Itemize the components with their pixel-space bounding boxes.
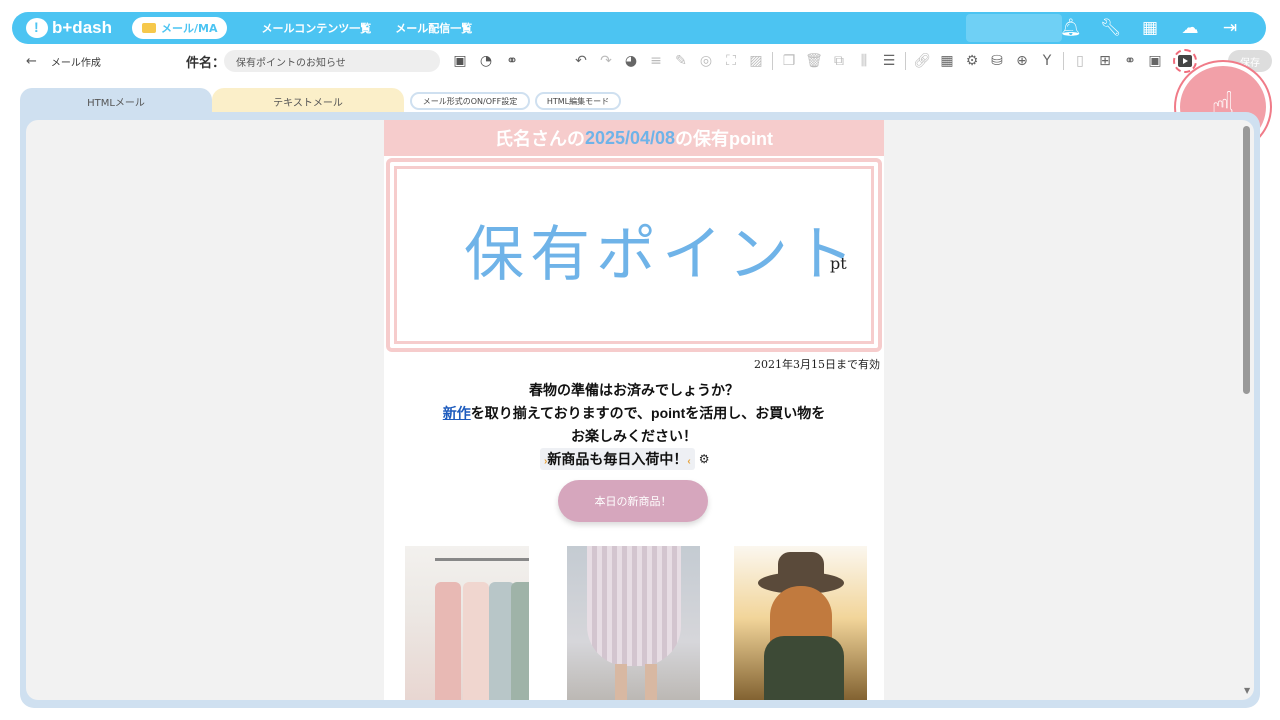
skirt-shape <box>587 546 681 666</box>
scrollbar-thumb[interactable] <box>1243 126 1250 394</box>
header-prefix: 氏名さんの <box>494 129 585 149</box>
branch-icon[interactable]: Y <box>1038 53 1056 69</box>
logo[interactable]: b+dash <box>26 18 112 38</box>
coat-shape <box>435 582 461 700</box>
message-line-3[interactable]: お楽しみください！ <box>384 426 884 446</box>
page-title: メール作成 <box>50 57 101 69</box>
message-line-2-rest: を取り揃えておりますので、pointを活用し、お買い物を <box>470 405 826 421</box>
link-icon[interactable]: 🔗︎ <box>913 53 931 69</box>
account-info-area <box>966 14 1062 42</box>
message-line-1[interactable]: 春物の準備はお済みでしょうか？ <box>384 380 884 400</box>
header-date: 2025/04/08 <box>584 127 676 148</box>
columns-icon[interactable]: ⫼ <box>855 53 873 69</box>
logout-icon[interactable]: ⇥ <box>1220 18 1240 38</box>
redo-icon[interactable]: ↷ <box>597 53 615 69</box>
html-edit-mode-button[interactable]: HTML編集モード <box>535 92 621 110</box>
body-shape <box>764 636 844 700</box>
contact-card-icon[interactable]: ▣ <box>1146 53 1164 69</box>
toolbar-divider <box>905 52 906 70</box>
gears-icon[interactable]: ⚙ <box>963 53 981 69</box>
nav-mail-contents[interactable]: メールコンテンツ一覧 <box>261 20 371 36</box>
leg-shape <box>615 664 627 700</box>
coupon-icon[interactable]: ⚭ <box>1121 53 1139 69</box>
tab-html-mail[interactable]: HTMLメール <box>20 88 212 114</box>
preview-button[interactable] <box>1173 49 1197 73</box>
align-icon[interactable]: ≡ <box>647 53 665 69</box>
new-items-link[interactable]: 新作 <box>443 405 471 421</box>
chevron-left-icon: ‹ <box>687 456 691 467</box>
new-arrivals-badge: ›新商品も毎日入荷中！‹ <box>540 448 695 470</box>
back-arrow-icon[interactable]: ← <box>26 54 37 69</box>
subject-label: 件名： <box>186 55 226 71</box>
add-block-icon[interactable]: ⊞ <box>1096 53 1114 69</box>
badge-text: 新商品も毎日入荷中！ <box>547 451 688 467</box>
schedule-doc-icon[interactable]: ◔ <box>478 53 494 69</box>
badge-line[interactable]: ›新商品も毎日入荷中！‹ ⚙ <box>540 448 709 470</box>
subject-input[interactable] <box>224 50 440 72</box>
rack-shape <box>435 558 529 561</box>
tab-text-mail[interactable]: テキストメール <box>212 88 404 114</box>
counter-icon[interactable]: ▯ <box>1071 53 1089 69</box>
palette-icon[interactable]: ◕ <box>622 53 640 69</box>
logo-text: b+dash <box>52 18 112 37</box>
scroll-down-icon[interactable]: ▼ <box>1244 686 1250 695</box>
nav-icons: 🔔︎ 🔧︎ ▦ ☁ ⇥ <box>1060 12 1240 44</box>
mail-ma-menu[interactable]: メール/MA <box>132 17 228 39</box>
point-title: 保有ポイント <box>464 220 860 290</box>
editor-toolbar: ← メール作成 件名： ▣ ◔ ⚭ ↶ ↷ ◕ ≡ ✎ ◎ ⛶ ▨ ❐ 🗑︎ ⧉… <box>12 46 1272 76</box>
top-nav: b+dash メール/MA メールコンテンツ一覧 メール配信一覧 🔔︎ 🔧︎ ▦… <box>12 12 1266 44</box>
nav-mail-deliveries[interactable]: メール配信一覧 <box>395 20 472 36</box>
add-doc-icon[interactable]: ⊕ <box>1013 53 1031 69</box>
duplicate-icon[interactable]: ⧉ <box>830 53 848 69</box>
chat-support-icon[interactable]: ☁ <box>1180 18 1200 38</box>
leg-shape <box>645 664 657 700</box>
product-image-coats[interactable] <box>405 546 529 700</box>
copy-block-icon[interactable]: ❐ <box>780 53 798 69</box>
product-image-hat-woman[interactable] <box>734 546 867 700</box>
point-unit: pt <box>830 254 847 273</box>
trash-icon[interactable]: 🗑︎ <box>805 53 823 69</box>
coat-shape <box>463 582 489 700</box>
template-icon[interactable]: ▣ <box>452 53 468 69</box>
wrench-icon[interactable]: 🔧︎ <box>1100 18 1122 38</box>
link-settings-icon[interactable]: ⚭ <box>504 53 520 69</box>
email-preview: 氏名さんの 2025/04/08 の保有point 保有ポイント pt 2021… <box>384 120 884 700</box>
subject-icons: ▣ ◔ ⚭ <box>452 53 520 69</box>
envelope-icon <box>142 23 156 33</box>
coat-shape <box>511 582 529 700</box>
header-suffix: の保有point <box>675 129 774 149</box>
mail-format-onoff-button[interactable]: メール形式のON/OFF設定 <box>410 92 530 110</box>
image-icon[interactable]: ▨ <box>747 53 765 69</box>
bell-icon[interactable]: 🔔︎ <box>1060 18 1082 38</box>
email-header[interactable]: 氏名さんの 2025/04/08 の保有point <box>384 120 884 156</box>
play-icon <box>1178 55 1192 67</box>
product-image-skirt[interactable] <box>567 546 700 700</box>
fullscreen-icon[interactable]: ⛶ <box>722 53 740 69</box>
pen-icon[interactable]: ✎ <box>672 53 690 69</box>
grid-apps-icon[interactable]: ▦ <box>1140 18 1160 38</box>
calendar-icon[interactable]: ▦ <box>938 53 956 69</box>
toolbar-divider <box>772 52 773 70</box>
valid-until: 2021年3月15日まで有効 <box>754 358 880 371</box>
new-items-cta-button[interactable]: 本日の新商品！ <box>558 480 708 522</box>
rows-icon[interactable]: ☰ <box>880 53 898 69</box>
toolbar-divider <box>1063 52 1064 70</box>
database-icon[interactable]: ⛁ <box>988 53 1006 69</box>
gear-icon[interactable]: ⚙ <box>699 452 710 466</box>
undo-icon[interactable]: ↶ <box>572 53 590 69</box>
target-icon[interactable]: ◎ <box>697 53 715 69</box>
point-box[interactable]: 保有ポイント pt <box>386 158 882 352</box>
format-tools: ↶ ↷ ◕ ≡ ✎ ◎ ⛶ ▨ ❐ 🗑︎ ⧉ ⫼ ☰ 🔗︎ ▦ ⚙ ⛁ ⊕ Y … <box>572 52 1164 70</box>
mail-ma-label: メール/MA <box>161 22 218 35</box>
logo-bubble-icon <box>26 18 48 38</box>
message-line-2[interactable]: 新作を取り揃えておりますので、pointを活用し、お買い物を <box>384 403 884 423</box>
